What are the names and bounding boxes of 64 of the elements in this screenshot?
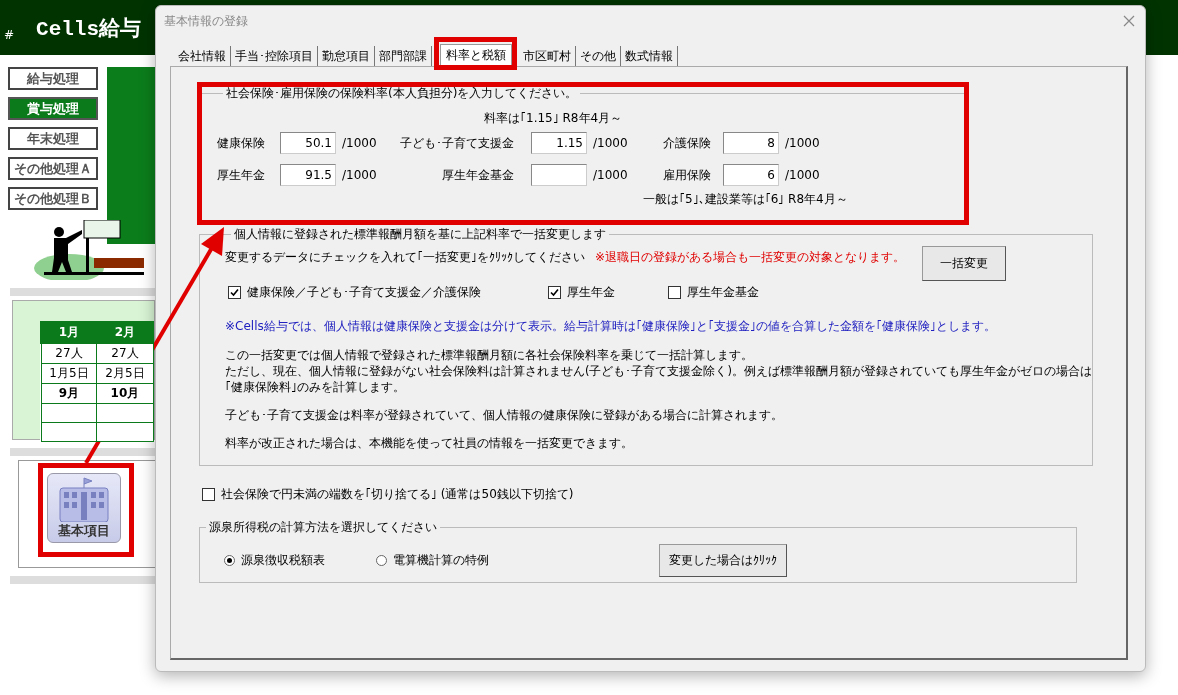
close-icon[interactable] <box>1123 15 1135 27</box>
checkbox[interactable] <box>548 286 561 299</box>
field-label: 雇用保険 <box>663 166 712 184</box>
checkbox[interactable] <box>228 286 241 299</box>
unit-label: /1000 <box>342 136 378 150</box>
field-label: 介護保険 <box>663 134 712 152</box>
menu-button[interactable]: その他処理Ｂ <box>8 187 98 210</box>
rate-note: 料率は｢1.15｣ R8年4月～ <box>484 110 624 127</box>
calendar-cell: 2月5日 <box>96 363 153 384</box>
radio-button[interactable] <box>376 555 387 566</box>
checkbox[interactable] <box>202 488 215 501</box>
description-text: 子ども･子育て支援金は料率が登録されていて、個人情報の健康保険に登録がある場合に計算されます。 <box>225 408 783 422</box>
unit-label: /1000 <box>785 168 821 182</box>
calendar-cell: 10月 <box>96 383 153 404</box>
instruction-text: 変更するデータにチェックを入れて｢一括変更｣をｸﾘｯｸしてください <box>225 249 585 266</box>
unit-label: /1000 <box>593 136 629 150</box>
menu-button[interactable]: 賞与処理 <box>8 97 98 120</box>
checkbox-label: 社会保険で円未満の端数を｢切り捨てる｣ (通常は50銭以下切捨て) <box>221 486 574 503</box>
rate-field[interactable]: 1.15 <box>531 132 587 154</box>
rate-field[interactable]: 50.1 <box>280 132 336 154</box>
basic-items-button[interactable]: 基本項目 <box>47 473 121 543</box>
apply-change-button[interactable]: 変更した場合はｸﾘｯｸ <box>659 544 787 577</box>
hash-mark: # <box>4 27 15 42</box>
rate-field[interactable]: 8 <box>723 132 779 154</box>
checkbox-label: 厚生年金基金 <box>687 284 759 301</box>
field-label: 厚生年金 <box>217 166 266 184</box>
app-title: Cells給与 <box>36 16 142 42</box>
checkbox[interactable] <box>668 286 681 299</box>
group-legend: 社会保険･雇用保険の保険料率(本人負担分)を入力してください。 <box>223 85 581 102</box>
rate-field[interactable]: 6 <box>723 164 779 186</box>
unit-label: /1000 <box>593 168 629 182</box>
group-legend: 源泉所得税の計算方法を選択してください <box>206 519 440 536</box>
radio-label: 源泉徴収税額表 <box>241 552 325 569</box>
info-text: ※Cells給与では、個人情報は健康保険と支援金は分けて表示。給与計算時は｢健康保険｣と｢支援金｣の値を合算した金額を｢健康保険｣とします。 <box>225 318 997 335</box>
calendar-cell: 1月5日 <box>41 363 97 384</box>
checkbox-label: 健康保険／子ども･子育て支援金／介護保険 <box>247 284 481 301</box>
calendar-header: 2月 <box>96 322 153 343</box>
calendar-header: 1月 <box>41 322 97 343</box>
description-text: この一括変更では個人情報で登録された標準報酬月額に各社会保険料率を乗じて一括計算します。 <box>225 348 753 362</box>
calendar-cell: 9月 <box>41 383 97 404</box>
menu-button[interactable]: 年末処理 <box>8 127 98 150</box>
unit-label: /1000 <box>342 168 378 182</box>
tab[interactable]: 料率と税額 <box>440 44 512 66</box>
calendar-cell: 27人 <box>96 343 153 364</box>
menu-button[interactable]: その他処理Ａ <box>8 157 98 180</box>
menu-button[interactable]: 給与処理 <box>8 67 98 90</box>
bulk-change-button[interactable]: 一括変更 <box>922 246 1006 281</box>
dialog-title: 基本情報の登録 <box>164 12 248 30</box>
field-label: 厚生年金基金 <box>441 166 514 184</box>
description-text: ｢健康保険料｣のみを計算します。 <box>225 380 405 394</box>
group-legend: 個人情報に登録された標準報酬月額を基に上記料率で一括変更します <box>231 226 609 243</box>
calendar-cell: 27人 <box>41 343 97 364</box>
rate-field[interactable]: 91.5 <box>280 164 336 186</box>
field-label: 健康保険 <box>217 134 266 152</box>
description-text: ただし、現在、個人情報に登録がない社会保険料は計算されません(子ども･子育て支援金除く)。例えば標準報酬月額が登録されていても厚生年金がゼロの場合は <box>225 364 1092 378</box>
radio-label: 電算機計算の特例 <box>393 552 489 569</box>
radio-button[interactable] <box>224 555 235 566</box>
description-text: 料率が改正された場合は、本機能を使って社員の情報を一括変更できます。 <box>225 436 633 450</box>
warning-text: ※退職日の登録がある場合も一括変更の対象となります。 <box>595 249 906 266</box>
checkbox-label: 厚生年金 <box>567 284 615 301</box>
rate-field[interactable] <box>531 164 587 186</box>
employment-note: 一般は｢5｣､建設業等は｢6｣ R8年4月～ <box>643 191 849 208</box>
field-label: 子ども･子育て支援金 <box>399 134 514 152</box>
unit-label: /1000 <box>785 136 821 150</box>
